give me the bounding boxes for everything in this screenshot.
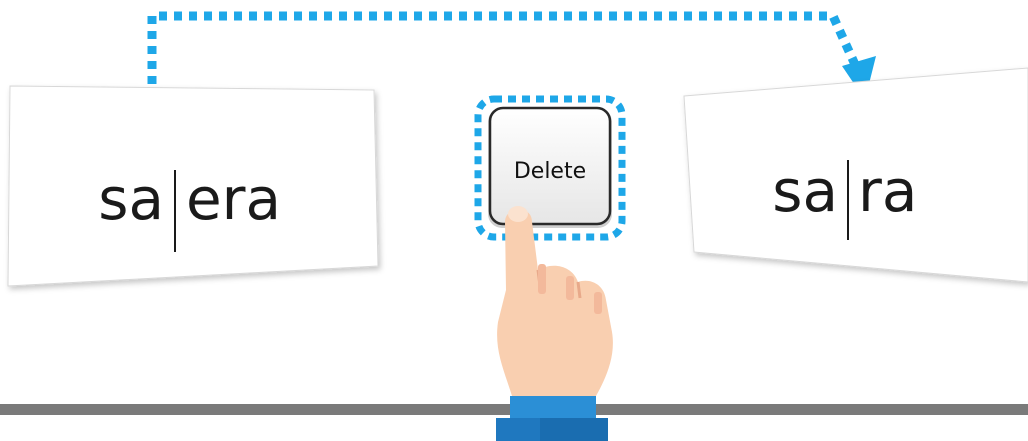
after-word-right: ra (858, 157, 917, 225)
hand-icon (497, 206, 613, 396)
before-card: sa era (7, 85, 379, 287)
sleeve (496, 396, 608, 441)
deletion-diagram: sa era sa ra Delete (0, 11, 1028, 441)
after-word-left: sa (772, 157, 838, 225)
delete-key[interactable]: Delete (474, 95, 626, 241)
flow-arrow (147, 11, 876, 100)
after-card: sa ra (683, 67, 1028, 283)
delete-key-label: Delete (514, 159, 586, 184)
before-word-right: era (186, 165, 281, 233)
before-word-left: sa (98, 165, 164, 233)
